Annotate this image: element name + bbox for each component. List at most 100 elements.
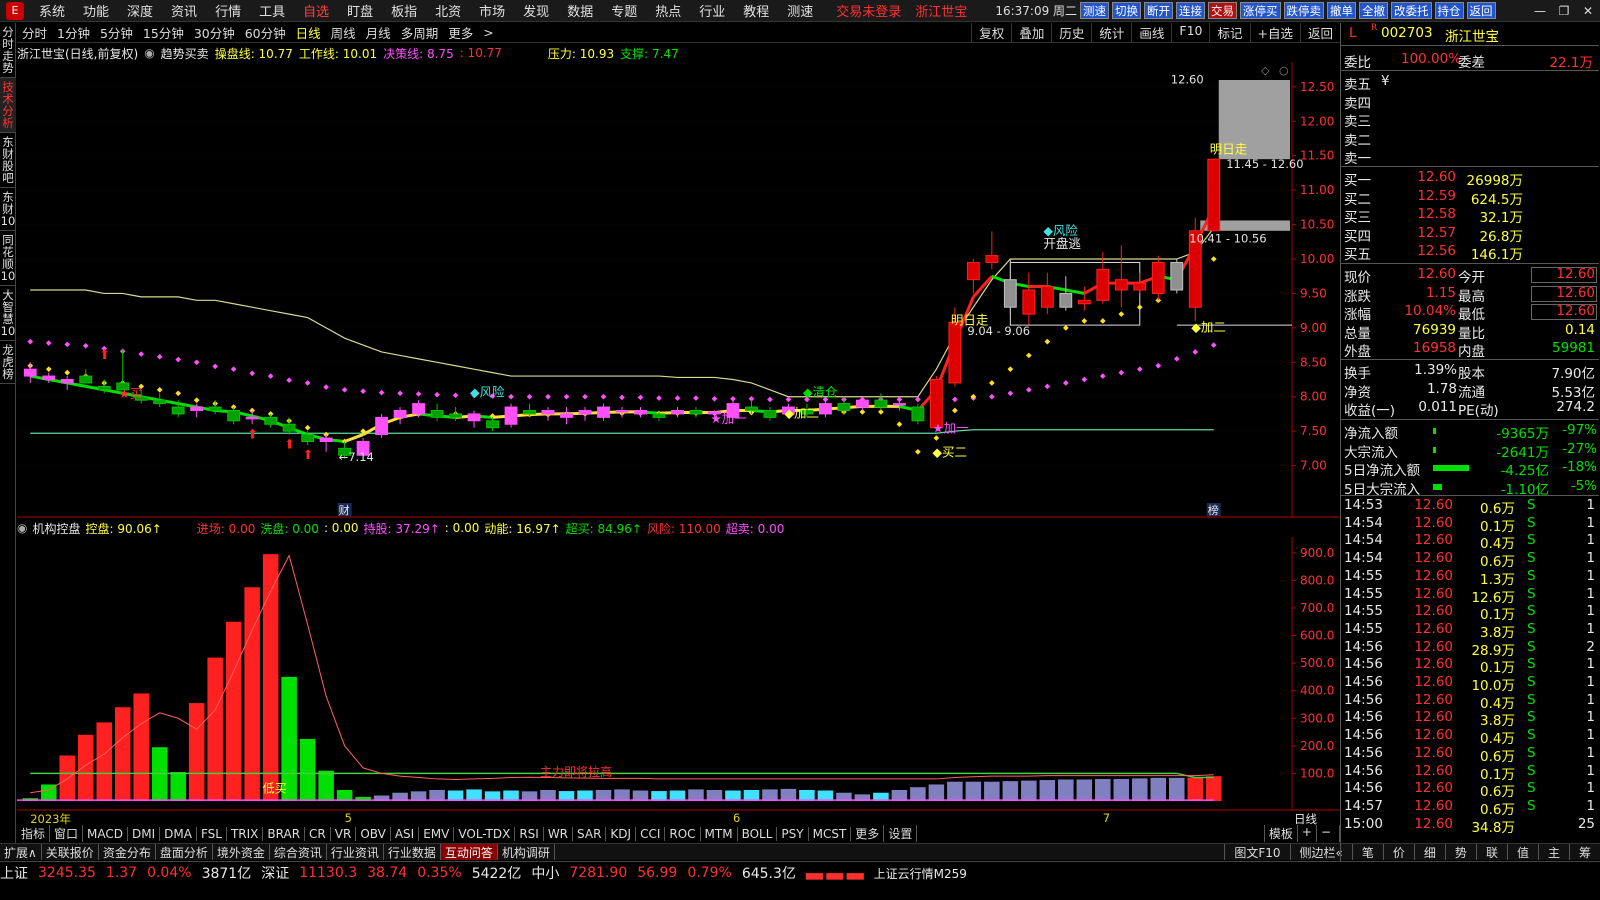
chart-tool-button[interactable]: 统计 <box>1091 23 1131 42</box>
indicator-tool-button[interactable]: − <box>1315 825 1335 842</box>
minimize-icon[interactable]: — <box>1528 4 1552 18</box>
bottom-tab[interactable]: 扩展∧ <box>0 844 42 860</box>
indicator-tab[interactable]: VOL-TDX <box>454 826 516 841</box>
indicator-tab[interactable]: OBV <box>356 826 391 841</box>
indicator-tab[interactable]: ASI <box>391 826 420 841</box>
bottom-tab[interactable]: 资金分布 <box>99 844 156 860</box>
indicator-tab[interactable]: PSY <box>777 826 809 841</box>
indicator-tab[interactable]: MCST <box>809 826 852 841</box>
period-tab[interactable]: 分时 <box>17 23 52 42</box>
menu-item[interactable]: 测速 <box>778 1 822 20</box>
bottom-tab[interactable]: 境外资金 <box>213 844 270 860</box>
bottom-tab[interactable]: 机构调研 <box>498 844 555 860</box>
indicator-tool-button[interactable]: + <box>1296 825 1316 842</box>
side-tab[interactable]: 东财股吧 <box>0 133 16 188</box>
side-tab[interactable]: 同花顺10 <box>0 231 16 286</box>
indicator-tab[interactable]: EMV <box>419 826 455 841</box>
menu-item[interactable]: 行业 <box>690 1 734 20</box>
sub-indicator-chart[interactable]: 900.0 800.0 700.0 600.0 500.0 400.0 300.0 200.0… <box>17 537 1340 811</box>
indicator-tab[interactable]: KDJ <box>606 826 637 841</box>
toolbar-button[interactable]: 交易 <box>1208 2 1238 19</box>
indicator-tab[interactable]: MTM <box>701 826 738 841</box>
indicator-tab[interactable]: CCI <box>636 826 666 841</box>
menu-item[interactable]: 功能 <box>74 1 118 20</box>
restore-icon[interactable]: ❐ <box>1552 4 1576 18</box>
menu-item[interactable]: 资讯 <box>162 1 206 20</box>
toolbar-button[interactable]: 涨停买 <box>1240 2 1281 19</box>
panel-switch-tab[interactable]: 图文F10 <box>1224 844 1289 860</box>
bottom-tab[interactable]: 互动问答 <box>440 844 498 860</box>
menu-item[interactable]: 工具 <box>250 1 294 20</box>
side-tab[interactable]: 技术分析 <box>0 78 16 133</box>
menu-item[interactable]: 市场 <box>470 1 514 20</box>
indicator-tab[interactable]: VR <box>331 826 357 841</box>
toolbar-button[interactable]: 持仓 <box>1434 2 1464 19</box>
menu-item[interactable]: 专题 <box>602 1 646 20</box>
bottom-tab[interactable]: 综合资讯 <box>270 844 327 860</box>
indicator-tab[interactable]: ROC <box>665 826 701 841</box>
period-tab[interactable]: 15分钟 <box>138 23 189 42</box>
candlestick-chart[interactable]: 12.50 12.00 11.50 11.00 10.50 10.00 9.50 9.00 8.… <box>17 62 1340 518</box>
toolbar-button[interactable]: 切换 <box>1112 2 1142 19</box>
period-tab[interactable]: 月线 <box>361 23 396 42</box>
toolbar-button[interactable]: 全撤 <box>1359 2 1389 19</box>
period-tab[interactable]: 30分钟 <box>189 23 240 42</box>
menu-item[interactable]: 盯盘 <box>338 1 382 20</box>
chart-tool-button[interactable]: 叠加 <box>1011 23 1051 42</box>
chart-tool-button[interactable]: +自选 <box>1249 23 1300 42</box>
chart-tool-button[interactable]: 画线 <box>1131 23 1171 42</box>
settings-icon[interactable]: ◉ <box>17 521 27 535</box>
settings-icon[interactable]: ◉ <box>144 46 154 60</box>
chart-tool-button[interactable]: 返回 <box>1299 23 1340 42</box>
indicator-tab[interactable]: FSL <box>197 826 227 841</box>
chevron-right-icon[interactable]: > <box>478 25 498 40</box>
toolbar-button[interactable]: 跌停卖 <box>1283 2 1325 19</box>
menu-item[interactable]: 数据 <box>558 1 602 20</box>
indicator-tab[interactable]: BOLL <box>738 826 778 841</box>
menu-item[interactable]: 热点 <box>646 1 690 20</box>
indicator-tab[interactable]: 更多 <box>851 825 885 842</box>
period-tab[interactable]: 多周期 <box>396 23 444 42</box>
indicator-tab[interactable]: MACD <box>83 826 129 841</box>
indicator-name[interactable]: 趋势买卖 <box>161 45 209 62</box>
chart-tool-button[interactable]: 复权 <box>971 23 1011 42</box>
indicator-tab[interactable]: BRAR <box>263 826 306 841</box>
close-icon[interactable]: ✕ <box>1576 4 1600 18</box>
bottom-tab[interactable]: 盘面分析 <box>156 844 213 860</box>
indicator-tab[interactable]: SAR <box>573 826 607 841</box>
indicator-tab[interactable]: TRIX <box>227 826 264 841</box>
indicator-tab[interactable]: 设置 <box>884 825 918 842</box>
chart-tool-button[interactable]: 历史 <box>1051 23 1091 42</box>
side-tab[interactable]: 分时走势 <box>0 23 16 78</box>
chart-tool-button[interactable]: 标记 <box>1209 23 1249 42</box>
chart-tool-button[interactable]: F10 <box>1171 23 1209 42</box>
toolbar-button[interactable]: 改委托 <box>1391 2 1432 19</box>
indicator-tab[interactable]: DMI <box>128 826 161 841</box>
menu-item[interactable]: 行情 <box>206 1 250 20</box>
indicator-tab[interactable]: RSI <box>515 826 544 841</box>
menu-item[interactable]: 系统 <box>30 1 74 20</box>
side-tab[interactable]: 东财10 <box>0 188 16 231</box>
toolbar-button[interactable]: 返回 <box>1466 2 1496 19</box>
toolbar-button[interactable]: 连接 <box>1176 2 1206 19</box>
side-tab[interactable]: 大智慧10 <box>0 286 16 341</box>
period-tab[interactable]: 60分钟 <box>240 23 291 42</box>
bottom-tab[interactable]: 关联报价 <box>42 844 99 860</box>
diamond-icon[interactable]: ◇ <box>1261 64 1270 77</box>
bottom-tab[interactable]: 行业资讯 <box>327 844 384 860</box>
toolbar-button[interactable]: 断开 <box>1144 2 1174 19</box>
period-tab[interactable]: 5分钟 <box>95 23 138 42</box>
indicator-tab[interactable]: 窗口 <box>50 825 84 842</box>
menu-item[interactable]: 北资 <box>426 1 470 20</box>
menu-item[interactable]: 发现 <box>514 1 558 20</box>
menu-item[interactable]: 教程 <box>734 1 778 20</box>
sub-indicator-name[interactable]: 机构控盘 <box>32 520 80 537</box>
indicator-tool-button[interactable]: 模板 <box>1263 825 1297 842</box>
menu-item[interactable]: 板指 <box>382 1 426 20</box>
menu-item[interactable]: 自选 <box>294 1 338 20</box>
period-tab[interactable]: 周线 <box>326 23 361 42</box>
indicator-tab[interactable]: WR <box>544 826 574 841</box>
period-tab[interactable]: 更多 <box>443 23 478 42</box>
indicator-tab[interactable]: 指标 <box>17 825 51 842</box>
toolbar-button[interactable]: 撤单 <box>1327 2 1357 19</box>
